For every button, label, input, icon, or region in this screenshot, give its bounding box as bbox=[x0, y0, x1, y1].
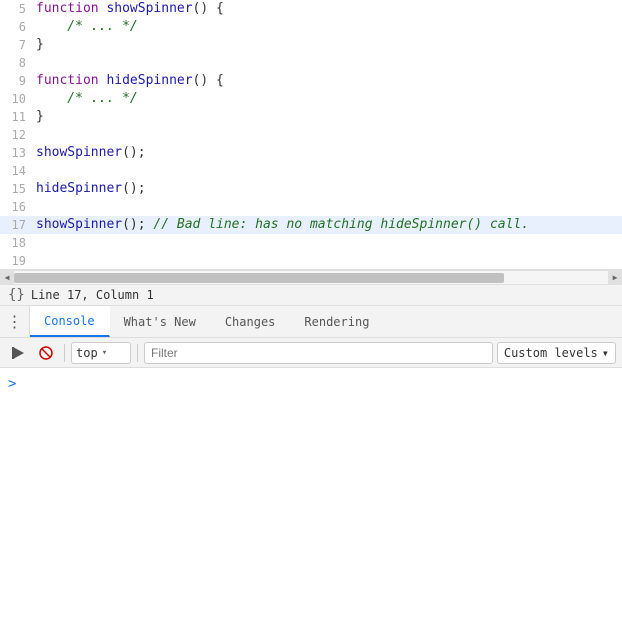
line-content: showSpinner(); bbox=[36, 144, 622, 162]
code-line: 16 bbox=[0, 198, 622, 216]
tab-console[interactable]: Console bbox=[30, 306, 110, 337]
status-braces-icon: {} bbox=[8, 287, 25, 303]
context-dropdown[interactable]: top ▾ bbox=[71, 342, 131, 364]
line-content: function hideSpinner() { bbox=[36, 72, 622, 90]
code-line: 15hideSpinner(); bbox=[0, 180, 622, 198]
line-content: function showSpinner() { bbox=[36, 0, 622, 18]
code-line: 14 bbox=[0, 162, 622, 180]
prompt-arrow-icon: > bbox=[8, 376, 16, 392]
custom-levels-arrow: ▾ bbox=[602, 346, 609, 360]
line-content: showSpinner(); // Bad line: has no match… bbox=[36, 216, 622, 234]
status-text: Line 17, Column 1 bbox=[31, 288, 154, 302]
line-number: 6 bbox=[0, 18, 36, 36]
console-filter-bar: top ▾ Custom levels ▾ bbox=[0, 338, 622, 368]
line-content: } bbox=[36, 36, 622, 54]
scroll-left-button[interactable]: ◀ bbox=[0, 271, 14, 285]
code-line: 12 bbox=[0, 126, 622, 144]
code-lines: 5function showSpinner() {6 /* ... */7}89… bbox=[0, 0, 622, 270]
line-content: /* ... */ bbox=[36, 90, 622, 108]
code-line: 13showSpinner(); bbox=[0, 144, 622, 162]
scrollbar-track[interactable] bbox=[14, 271, 608, 285]
code-editor: 5function showSpinner() {6 /* ... */7}89… bbox=[0, 0, 622, 270]
code-line: 18 bbox=[0, 234, 622, 252]
context-label: top bbox=[76, 346, 98, 360]
tab-rendering[interactable]: Rendering bbox=[290, 306, 384, 337]
line-number: 16 bbox=[0, 198, 36, 216]
filter-separator bbox=[64, 344, 65, 362]
filter-separator-2 bbox=[137, 344, 138, 362]
line-number: 18 bbox=[0, 234, 36, 252]
code-line: 19 bbox=[0, 252, 622, 270]
line-number: 8 bbox=[0, 54, 36, 72]
line-number: 10 bbox=[0, 90, 36, 108]
horizontal-scrollbar[interactable]: ◀ ▶ bbox=[0, 270, 622, 284]
clear-console-button[interactable] bbox=[34, 341, 58, 365]
code-line: 10 /* ... */ bbox=[0, 90, 622, 108]
line-number: 13 bbox=[0, 144, 36, 162]
line-number: 19 bbox=[0, 252, 36, 270]
line-number: 14 bbox=[0, 162, 36, 180]
menu-icon[interactable]: ⋮ bbox=[0, 306, 30, 337]
line-content: } bbox=[36, 108, 622, 126]
line-content: /* ... */ bbox=[36, 18, 622, 36]
line-number: 17 bbox=[0, 216, 36, 234]
execute-button[interactable] bbox=[6, 341, 30, 365]
tab-changes[interactable]: Changes bbox=[211, 306, 291, 337]
code-line: 11} bbox=[0, 108, 622, 126]
line-number: 7 bbox=[0, 36, 36, 54]
custom-levels-button[interactable]: Custom levels ▾ bbox=[497, 342, 616, 364]
line-number: 9 bbox=[0, 72, 36, 90]
scrollbar-thumb[interactable] bbox=[14, 273, 504, 283]
tab-what-s-new[interactable]: What's New bbox=[110, 306, 211, 337]
filter-input[interactable] bbox=[144, 342, 493, 364]
code-line: 17showSpinner(); // Bad line: has no mat… bbox=[0, 216, 622, 234]
line-number: 15 bbox=[0, 180, 36, 198]
status-bar: {} Line 17, Column 1 bbox=[0, 284, 622, 306]
code-line: 9function hideSpinner() { bbox=[0, 72, 622, 90]
scroll-right-button[interactable]: ▶ bbox=[608, 271, 622, 285]
main-container: 5function showSpinner() {6 /* ... */7}89… bbox=[0, 0, 622, 639]
code-line: 6 /* ... */ bbox=[0, 18, 622, 36]
code-line: 5function showSpinner() { bbox=[0, 0, 622, 18]
line-number: 11 bbox=[0, 108, 36, 126]
line-number: 12 bbox=[0, 126, 36, 144]
console-prompt[interactable]: > bbox=[8, 372, 614, 396]
line-number: 5 bbox=[0, 0, 36, 18]
code-line: 7} bbox=[0, 36, 622, 54]
custom-levels-label: Custom levels bbox=[504, 346, 598, 360]
context-dropdown-arrow: ▾ bbox=[102, 348, 107, 358]
devtools-toolbar: ⋮ ConsoleWhat's NewChangesRendering bbox=[0, 306, 622, 338]
code-line: 8 bbox=[0, 54, 622, 72]
line-content: hideSpinner(); bbox=[36, 180, 622, 198]
console-content: > bbox=[0, 368, 622, 639]
